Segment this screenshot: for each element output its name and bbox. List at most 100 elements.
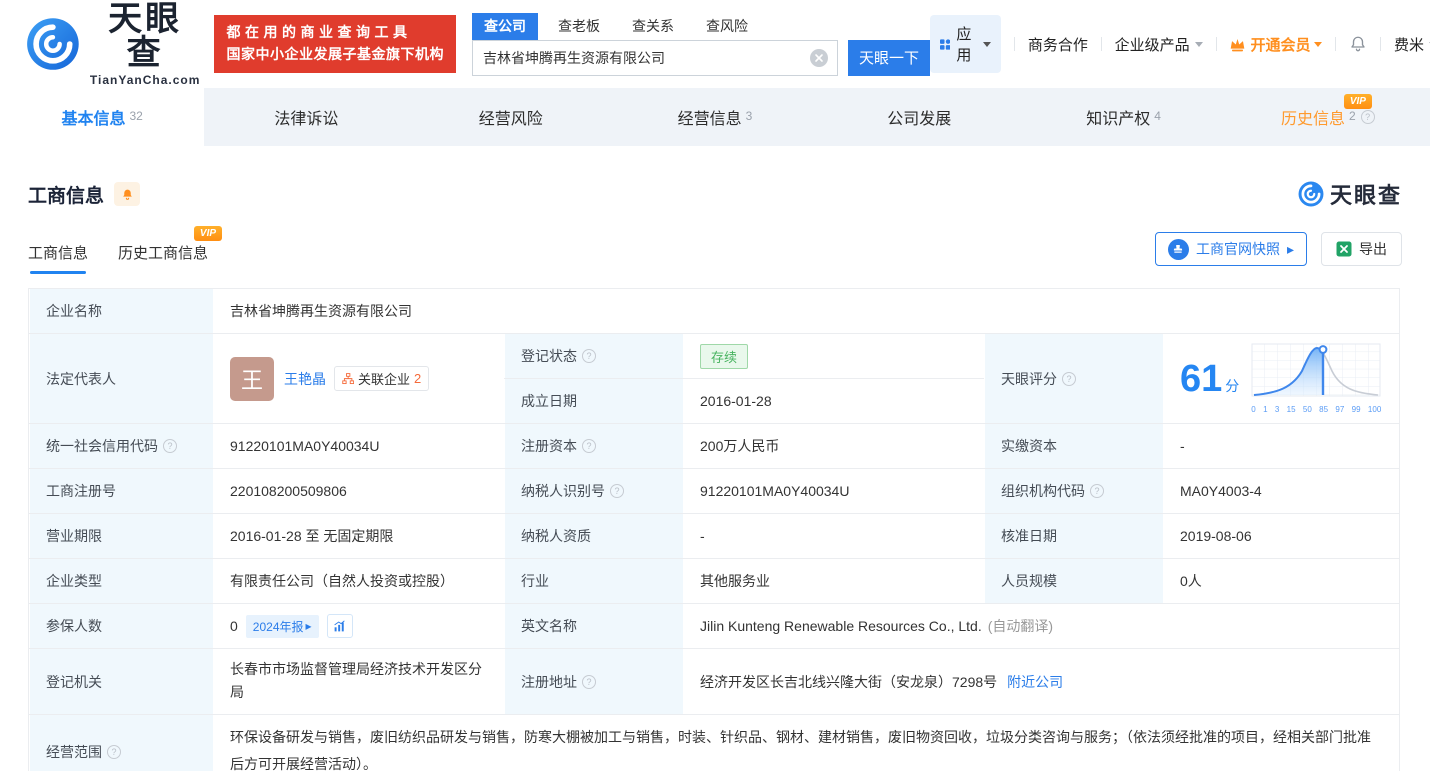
enterprise-products-label: 企业级产品 [1115,34,1190,55]
export-label: 导出 [1359,239,1387,259]
annual-report-badge[interactable]: 2024年报 ▸ [246,615,319,638]
tab-legal-proceedings[interactable]: 法律诉讼 [204,88,408,146]
company-nav-tabs: 基本信息 32 法律诉讼 经营风险 经营信息 3 公司发展 知识产权 4 VIP… [0,88,1430,146]
label-english-name: 英文名称 [504,604,684,648]
notification-bell[interactable] [1349,35,1367,53]
label-staff-size: 人员规模 [984,559,1164,603]
subtab-label: 历史工商信息 [118,245,208,262]
org-code-label: 组织机构代码 [1001,481,1085,501]
label-taxpayer-quality: 纳税人资质 [504,514,684,558]
brand-name: 天眼查 [90,2,201,70]
search-tab-risk[interactable]: 查风险 [694,13,760,40]
open-vip-menu[interactable]: 开通会员 [1229,34,1322,55]
open-vip-label: 开通会员 [1250,34,1310,55]
tab-basic-info[interactable]: 基本信息 32 [0,88,204,146]
label-legal-rep: 法定代表人 [29,334,214,423]
help-icon[interactable]: ? [1361,110,1375,124]
tab-label: 公司发展 [887,105,951,129]
slogan-line1: 都在用的商业查询工具 [226,22,444,44]
vip-badge: VIP [1344,94,1372,109]
user-menu[interactable]: 费米 [1394,34,1430,55]
tab-operating-risk[interactable]: 经营风险 [409,88,613,146]
label-org-code: 组织机构代码 ? [984,469,1164,513]
value-tyc-score[interactable]: 61 分 [1164,334,1399,423]
org-chart-icon [342,373,354,385]
help-icon[interactable]: ? [582,675,596,689]
label-establish-date: 成立日期 [504,379,684,423]
help-icon[interactable]: ? [610,484,624,498]
tab-label: 法律诉讼 [274,105,338,129]
chevron-down-icon [1314,42,1322,51]
tab-operating-info[interactable]: 经营信息 3 [613,88,817,146]
legal-rep-avatar[interactable]: 王 [230,357,274,401]
tab-company-development[interactable]: 公司发展 [817,88,1021,146]
value-company-type: 有限责任公司（自然人投资或控股） [214,559,504,603]
label-business-scope: 经营范围 ? [29,715,214,771]
username: 费米 [1394,34,1424,55]
tab-count: 4 [1154,109,1161,123]
search-tab-company[interactable]: 查公司 [472,13,538,40]
apps-menu-button[interactable]: 应用 [930,15,1001,73]
tianyancha-watermark: 天眼查 [1298,178,1402,210]
subtab-business-info[interactable]: 工商信息 [28,242,88,274]
reg-status-label: 登记状态 [521,346,577,366]
label-reg-address: 注册地址 ? [504,649,684,714]
value-reg-status: 存续 [684,334,984,378]
related-count: 2 [414,371,421,386]
label-industry: 行业 [504,559,684,603]
label-insured-count: 参保人数 [29,604,214,648]
help-icon[interactable]: ? [107,745,121,759]
credit-code-label: 统一社会信用代码 [46,436,158,456]
value-org-code: MA0Y4003-4 [1164,469,1399,513]
related-label: 关联企业 [358,369,410,388]
value-reg-address: 经济开发区长吉北线兴隆大街（安龙泉）7298号 附近公司 [684,649,1399,714]
label-taxpayer-id: 纳税人识别号 ? [504,469,684,513]
enterprise-products-menu[interactable]: 企业级产品 [1115,34,1203,55]
clear-search-icon[interactable] [810,49,828,67]
nearby-companies-link[interactable]: 附近公司 [1007,672,1063,692]
value-insured-count: 0 2024年报 ▸ [214,604,504,648]
value-staff-size: 0人 [1164,559,1399,603]
chevron-down-icon [1195,42,1203,51]
label-approve-date: 核准日期 [984,514,1164,558]
divider [1101,37,1102,51]
arrow-right-icon: ▸ [306,619,312,633]
value-credit-code: 91220101MA0Y40034U [214,424,504,468]
stamp-icon [1168,239,1189,260]
value-business-term: 2016-01-28 至 无固定期限 [214,514,504,558]
help-icon[interactable]: ? [163,439,177,453]
value-business-scope: 环保设备研发与销售，废旧纺织品研发与销售，防寒大棚被加工与销售，时装、针织品、钢… [214,715,1399,771]
tab-label: 历史信息 [1281,105,1345,129]
official-snapshot-button[interactable]: 工商官网快照 ▸ [1155,232,1307,266]
search-submit-button[interactable]: 天眼一下 [848,40,930,76]
help-icon[interactable]: ? [1090,484,1104,498]
divider [1216,37,1217,51]
monitor-bell-button[interactable] [114,182,140,206]
divider [1380,37,1381,51]
search-tab-relation[interactable]: 查关系 [620,13,686,40]
tab-intellectual-property[interactable]: 知识产权 4 [1021,88,1225,146]
score-number: 61 [1180,360,1222,398]
search-input[interactable] [472,40,838,76]
value-paid-capital: - [1164,424,1399,468]
related-companies-badge[interactable]: 关联企业 2 [334,366,429,391]
tab-count: 32 [129,109,142,123]
value-establish-date: 2016-01-28 [684,379,984,423]
insured-trend-button[interactable] [327,614,353,638]
tab-count: 2 [1349,109,1356,123]
export-button[interactable]: 导出 [1321,232,1402,266]
divider [1335,37,1336,51]
help-icon[interactable]: ? [1062,372,1076,386]
biz-cooperation-link[interactable]: 商务合作 [1028,34,1088,55]
label-credit-code: 统一社会信用代码 ? [29,424,214,468]
brand-domain: TianYanCha.com [90,73,201,87]
search-tab-boss[interactable]: 查老板 [546,13,612,40]
search-tabs: 查公司 查老板 查关系 查风险 [472,13,930,40]
help-icon[interactable]: ? [582,439,596,453]
legal-rep-name-link[interactable]: 王艳晶 [284,369,326,389]
tab-history-info[interactable]: VIP 历史信息 2 ? [1226,88,1430,146]
site-logo[interactable]: 天眼查 TianYanCha.com [26,2,200,87]
help-icon[interactable]: ? [582,349,596,363]
vip-badge: VIP [194,226,222,241]
subtab-history-business-info[interactable]: VIP 历史工商信息 [118,242,208,274]
